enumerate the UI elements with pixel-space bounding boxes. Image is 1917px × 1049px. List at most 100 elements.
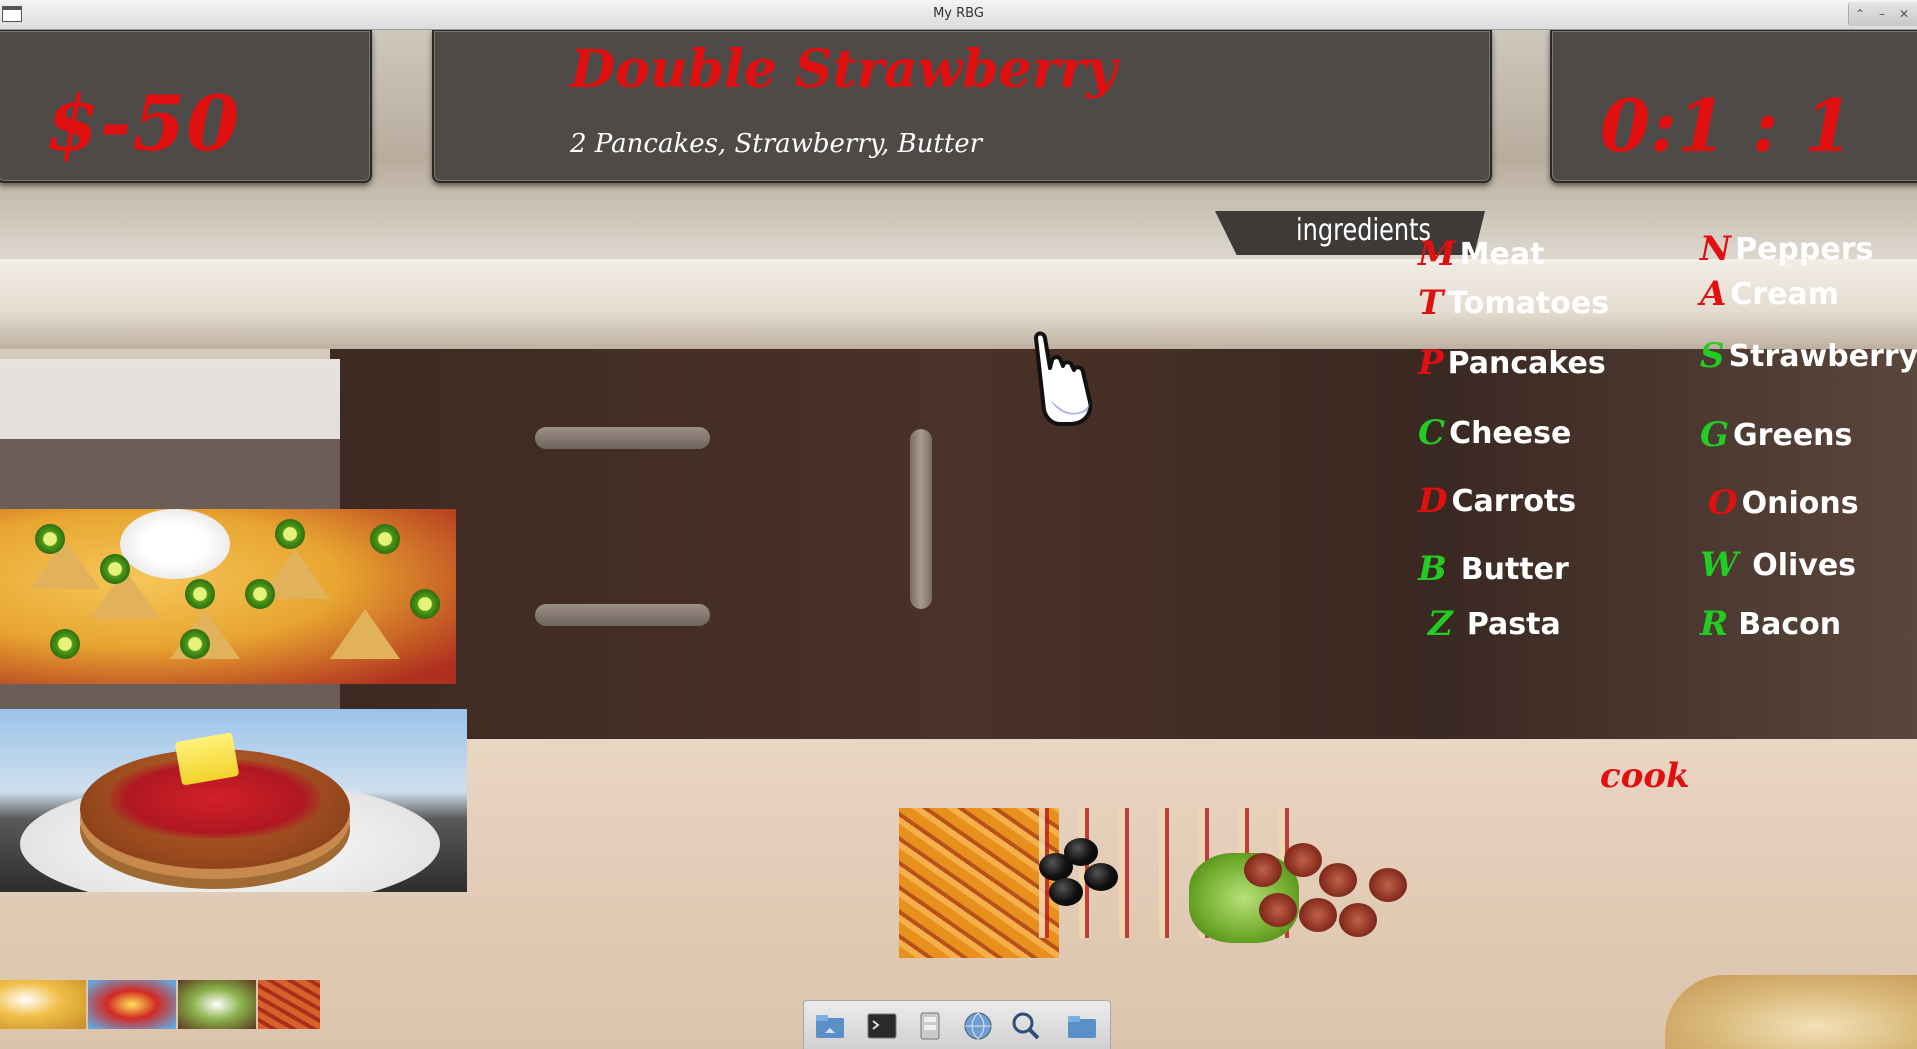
ingredient-onions[interactable]: O Onions (1708, 483, 1859, 523)
kitchen-scene: $-50 Double Strawberry 2 Pancakes, Straw… (0, 29, 1917, 1049)
ingredient-key: O (1708, 483, 1738, 523)
counter-top (0, 259, 1917, 349)
window-shade-icon[interactable]: ⌃ (1851, 5, 1869, 23)
ingredient-cream[interactable]: A Cream (1700, 274, 1839, 314)
recipe-name: Double Strawberry (570, 39, 1117, 100)
preparation-area[interactable] (899, 808, 1429, 958)
recipe-ingredients: 2 Pancakes, Strawberry, Butter (570, 129, 983, 159)
ingredient-olives[interactable]: W Olives (1700, 545, 1856, 585)
folder-icon[interactable] (1066, 1011, 1098, 1041)
jalapeno (100, 554, 130, 584)
window-close-icon[interactable]: ✕ (1895, 5, 1913, 23)
browser-globe-icon[interactable] (962, 1011, 994, 1041)
olive (1049, 878, 1083, 906)
ingredient-key: R (1700, 604, 1729, 644)
wrap-food-image (1665, 975, 1917, 1049)
ingredient-meat[interactable]: M Meat (1418, 234, 1544, 274)
ingredient-carrots[interactable]: D Carrots (1418, 481, 1576, 521)
jalapeno (410, 589, 440, 619)
sour-cream (120, 509, 230, 579)
pasta-ingredient (899, 808, 1059, 958)
ingredient-name: Cream (1730, 276, 1840, 312)
jalapeno (180, 629, 210, 659)
taskbar-dock (803, 1000, 1111, 1049)
ingredient-name: Cheese (1449, 415, 1572, 451)
terminal-icon[interactable] (866, 1011, 898, 1041)
window-minimize-icon[interactable]: – (1873, 5, 1891, 23)
ingredient-name: Meat (1459, 236, 1545, 272)
ingredient-key: Z (1428, 604, 1453, 644)
timer-panel: 0:1 : 1 (1550, 29, 1917, 183)
window-title: My RBG (933, 6, 984, 21)
nachos-order-image[interactable] (0, 509, 456, 684)
ingredient-key: N (1700, 229, 1732, 269)
meat-slice (1244, 853, 1282, 887)
cabinet-handle (535, 427, 710, 449)
meat-slice (1339, 903, 1377, 937)
ingredient-key: S (1700, 336, 1725, 376)
ingredient-name: Tomatoes (1447, 285, 1610, 321)
ingredient-greens[interactable]: G Greens (1700, 415, 1852, 455)
ingredient-name: Butter (1460, 551, 1569, 587)
cook-button[interactable]: cook (1600, 756, 1690, 796)
ingredient-name: Olives (1752, 547, 1857, 583)
kitchen-cabinets (330, 349, 1917, 769)
ingredients-tab-label: ingredients (1296, 213, 1432, 248)
ingredient-key: T (1418, 283, 1444, 323)
ingredient-bacon[interactable]: R Bacon (1700, 604, 1841, 644)
ingredient-name: Strawberry (1728, 338, 1917, 374)
jalapeno (245, 579, 275, 609)
jalapeno (185, 579, 215, 609)
order-queue-thumbnails (0, 980, 320, 1029)
money-panel: $-50 (0, 29, 372, 183)
ingredient-name: Greens (1733, 417, 1853, 453)
ingredient-butter[interactable]: B Butter (1418, 549, 1569, 589)
file-manager-icon[interactable] (914, 1011, 946, 1041)
ingredient-name: Bacon (1738, 606, 1842, 642)
ingredient-key: B (1418, 549, 1447, 589)
ingredient-name: Onions (1741, 485, 1859, 521)
pancake-order-image[interactable] (0, 709, 467, 892)
money-value: $-50 (46, 79, 241, 168)
jalapeno (35, 524, 65, 554)
ingredient-pasta[interactable]: Z Pasta (1428, 604, 1561, 644)
home-folder-icon[interactable] (814, 1011, 846, 1041)
ingredient-peppers[interactable]: N Peppers (1700, 229, 1873, 269)
ingredient-name: Carrots (1451, 483, 1577, 519)
ingredient-pancakes[interactable]: P Pancakes (1418, 343, 1606, 383)
ingredient-cheese[interactable]: C Cheese (1418, 413, 1571, 453)
ingredient-key: A (1700, 274, 1727, 314)
ingredient-name: Peppers (1735, 231, 1874, 267)
ingredient-name: Pancakes (1447, 345, 1606, 381)
meat-slice (1284, 843, 1322, 877)
jalapeno (370, 524, 400, 554)
ingredient-key: M (1418, 234, 1456, 274)
recipe-panel: Double Strawberry 2 Pancakes, Strawberry… (432, 29, 1492, 183)
ingredient-name: Pasta (1466, 606, 1561, 642)
ingredient-tomatoes[interactable]: T Tomatoes (1418, 283, 1609, 323)
ingredient-key: P (1418, 343, 1444, 383)
hand-cursor-icon (1034, 331, 1093, 426)
thumb-nachos[interactable] (0, 980, 86, 1029)
ingredient-strawberry[interactable]: S Strawberry (1700, 336, 1917, 376)
thumb-salad[interactable] (178, 980, 256, 1029)
chip (330, 609, 400, 659)
window-titlebar: My RBG ⌃ – ✕ (0, 0, 1917, 30)
ingredient-key: C (1418, 413, 1446, 453)
thumb-pasta[interactable] (258, 980, 320, 1029)
ingredient-key: W (1700, 545, 1739, 585)
ingredient-key: D (1418, 481, 1448, 521)
cabinet-handle (910, 429, 932, 609)
meat-slice (1259, 893, 1297, 927)
search-icon[interactable] (1010, 1011, 1042, 1041)
olive (1064, 838, 1098, 866)
meat-slice (1369, 868, 1407, 902)
window-controls: ⌃ – ✕ (1848, 2, 1917, 26)
meat-slice (1319, 863, 1357, 897)
jalapeno (50, 629, 80, 659)
thumb-pancakes[interactable] (88, 980, 176, 1029)
jalapeno (275, 519, 305, 549)
olive (1084, 863, 1118, 891)
timer-value: 0:1 : 1 (1600, 83, 1854, 168)
cabinet-handle (535, 604, 710, 626)
